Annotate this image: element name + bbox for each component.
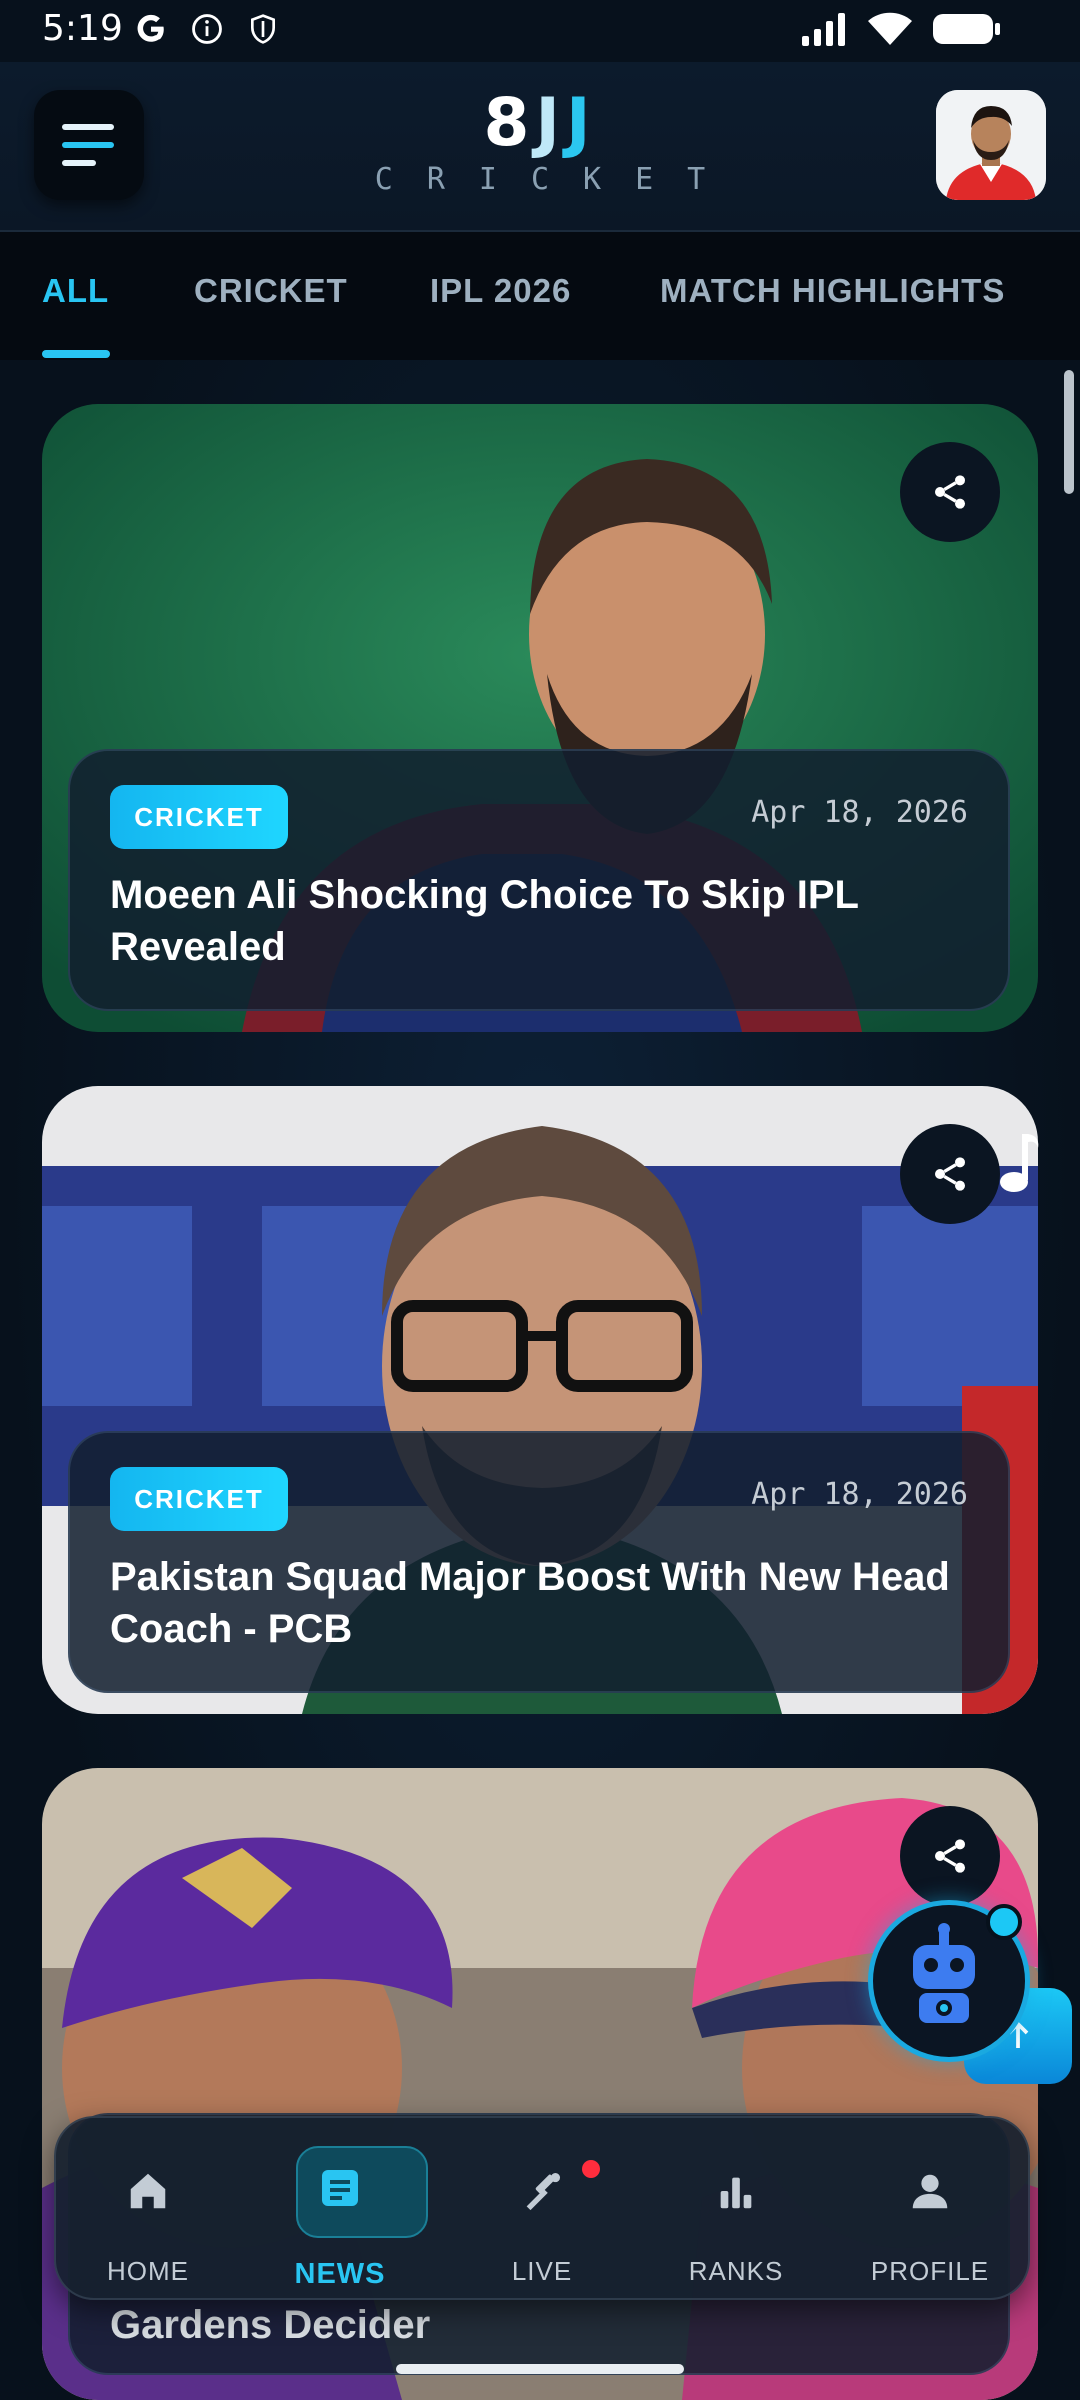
bar-chart-icon bbox=[720, 2177, 752, 2209]
home-icon bbox=[130, 2173, 166, 2209]
logo-subtitle: CRICKET bbox=[374, 162, 740, 197]
live-notification-dot bbox=[582, 2160, 600, 2178]
category-badge[interactable]: CRICKET bbox=[110, 785, 288, 849]
google-icon bbox=[132, 10, 170, 48]
status-time: 5:19 bbox=[42, 8, 123, 49]
info-icon bbox=[188, 10, 226, 48]
shield-icon bbox=[244, 10, 282, 48]
share-icon bbox=[935, 1157, 965, 1191]
status-bar: 5:19 bbox=[0, 0, 1080, 62]
logo-letter-2: J bbox=[565, 84, 597, 161]
tab-all[interactable]: ALL bbox=[42, 272, 109, 310]
active-tab-indicator bbox=[42, 350, 110, 358]
nav-label: NEWS bbox=[294, 2258, 386, 2290]
nav-live[interactable]: LIVE bbox=[452, 2118, 632, 2298]
scrollbar[interactable] bbox=[1064, 370, 1074, 494]
nav-profile[interactable]: PROFILE bbox=[840, 2118, 1020, 2298]
logo-digit: 8 bbox=[483, 84, 536, 161]
music-note-icon bbox=[998, 1130, 1042, 1198]
tab-match-highlights[interactable]: MATCH HIGHLIGHTS bbox=[660, 272, 1005, 310]
bottom-navigation: HOME NEWS LIVE RANKS PROFILE bbox=[54, 2116, 1030, 2300]
news-headline[interactable]: Moeen Ali Shocking Choice To Skip IPL Re… bbox=[110, 869, 968, 973]
nav-label: HOME bbox=[107, 2256, 189, 2286]
share-icon bbox=[935, 475, 965, 509]
nav-label: PROFILE bbox=[870, 2256, 990, 2286]
share-icon bbox=[935, 1839, 965, 1873]
news-headline[interactable]: Gardens Decider bbox=[110, 2299, 968, 2351]
cricket-bat-icon bbox=[526, 2172, 561, 2211]
avatar[interactable] bbox=[936, 90, 1046, 200]
wifi-icon bbox=[868, 12, 912, 50]
news-card[interactable]: CRICKET Apr 18, 2026 Pakistan Squad Majo… bbox=[42, 1086, 1038, 1714]
share-button[interactable] bbox=[900, 1124, 1000, 1224]
news-icon bbox=[322, 2170, 358, 2206]
nav-label: RANKS bbox=[688, 2256, 784, 2286]
nav-home[interactable]: HOME bbox=[58, 2118, 238, 2298]
signal-icon bbox=[802, 12, 848, 50]
app-logo: 8JJ bbox=[0, 84, 1080, 161]
home-indicator[interactable] bbox=[396, 2364, 684, 2374]
nav-label: LIVE bbox=[511, 2256, 573, 2286]
logo-letter-1: J bbox=[535, 84, 566, 161]
news-info-panel: CRICKET Apr 18, 2026 Moeen Ali Shocking … bbox=[68, 749, 1010, 1011]
tab-ipl-2026[interactable]: IPL 2026 bbox=[430, 272, 571, 310]
news-info-panel: CRICKET Apr 18, 2026 Pakistan Squad Majo… bbox=[68, 1431, 1010, 1693]
news-date: Apr 18, 2026 bbox=[751, 795, 968, 830]
share-button[interactable] bbox=[900, 442, 1000, 542]
news-card[interactable]: Gardens Decider bbox=[42, 1768, 1038, 2400]
battery-icon bbox=[932, 12, 1002, 50]
news-headline[interactable]: Pakistan Squad Major Boost With New Head… bbox=[110, 1551, 968, 1655]
category-tabs: ALL CRICKET IPL 2026 MATCH HIGHLIGHTS bbox=[0, 232, 1080, 360]
app-header: 8JJ CRICKET bbox=[0, 62, 1080, 232]
news-date: Apr 18, 2026 bbox=[751, 1477, 968, 1512]
share-button[interactable] bbox=[900, 1806, 1000, 1906]
news-card[interactable]: CRICKET Apr 18, 2026 Moeen Ali Shocking … bbox=[42, 404, 1038, 1032]
chatbot-status-dot bbox=[986, 1904, 1022, 1940]
tab-cricket[interactable]: CRICKET bbox=[194, 272, 348, 310]
nav-ranks[interactable]: RANKS bbox=[646, 2118, 826, 2298]
nav-news[interactable]: NEWS bbox=[250, 2118, 430, 2298]
person-icon bbox=[912, 2174, 948, 2209]
category-badge[interactable]: CRICKET bbox=[110, 1467, 288, 1531]
